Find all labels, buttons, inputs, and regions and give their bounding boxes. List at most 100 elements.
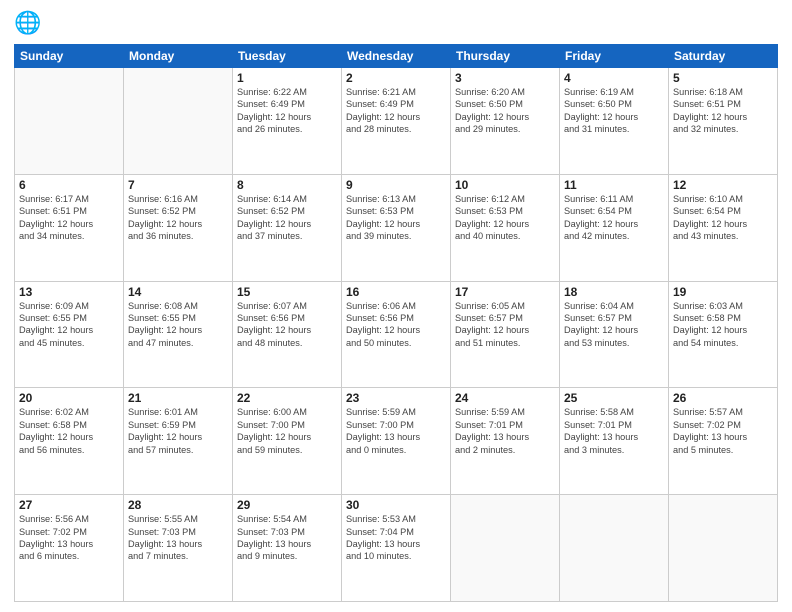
calendar-week-2: 13Sunrise: 6:09 AM Sunset: 6:55 PM Dayli… (15, 281, 778, 388)
day-number: 13 (19, 285, 119, 299)
day-number: 7 (128, 178, 228, 192)
calendar-cell: 7Sunrise: 6:16 AM Sunset: 6:52 PM Daylig… (124, 174, 233, 281)
day-info: Sunrise: 6:07 AM Sunset: 6:56 PM Dayligh… (237, 300, 337, 350)
day-info: Sunrise: 6:19 AM Sunset: 6:50 PM Dayligh… (564, 86, 664, 136)
day-info: Sunrise: 5:57 AM Sunset: 7:02 PM Dayligh… (673, 406, 773, 456)
calendar-week-1: 6Sunrise: 6:17 AM Sunset: 6:51 PM Daylig… (15, 174, 778, 281)
day-number: 25 (564, 391, 664, 405)
calendar-cell: 26Sunrise: 5:57 AM Sunset: 7:02 PM Dayli… (669, 388, 778, 495)
calendar-cell (560, 495, 669, 602)
day-number: 4 (564, 71, 664, 85)
day-number: 27 (19, 498, 119, 512)
calendar-cell: 10Sunrise: 6:12 AM Sunset: 6:53 PM Dayli… (451, 174, 560, 281)
weekday-header-tuesday: Tuesday (233, 45, 342, 68)
calendar-cell (451, 495, 560, 602)
day-number: 20 (19, 391, 119, 405)
day-info: Sunrise: 6:04 AM Sunset: 6:57 PM Dayligh… (564, 300, 664, 350)
weekday-header-sunday: Sunday (15, 45, 124, 68)
calendar-header: SundayMondayTuesdayWednesdayThursdayFrid… (15, 45, 778, 68)
day-number: 2 (346, 71, 446, 85)
weekday-header-friday: Friday (560, 45, 669, 68)
calendar-cell: 12Sunrise: 6:10 AM Sunset: 6:54 PM Dayli… (669, 174, 778, 281)
day-number: 5 (673, 71, 773, 85)
day-number: 1 (237, 71, 337, 85)
calendar-week-0: 1Sunrise: 6:22 AM Sunset: 6:49 PM Daylig… (15, 68, 778, 175)
day-number: 21 (128, 391, 228, 405)
day-info: Sunrise: 6:06 AM Sunset: 6:56 PM Dayligh… (346, 300, 446, 350)
svg-text:🌐: 🌐 (14, 10, 41, 35)
day-info: Sunrise: 6:22 AM Sunset: 6:49 PM Dayligh… (237, 86, 337, 136)
day-info: Sunrise: 5:58 AM Sunset: 7:01 PM Dayligh… (564, 406, 664, 456)
calendar-cell: 2Sunrise: 6:21 AM Sunset: 6:49 PM Daylig… (342, 68, 451, 175)
day-info: Sunrise: 6:05 AM Sunset: 6:57 PM Dayligh… (455, 300, 555, 350)
day-info: Sunrise: 5:56 AM Sunset: 7:02 PM Dayligh… (19, 513, 119, 563)
day-number: 8 (237, 178, 337, 192)
weekday-header-monday: Monday (124, 45, 233, 68)
calendar-cell: 29Sunrise: 5:54 AM Sunset: 7:03 PM Dayli… (233, 495, 342, 602)
day-number: 19 (673, 285, 773, 299)
day-info: Sunrise: 6:18 AM Sunset: 6:51 PM Dayligh… (673, 86, 773, 136)
calendar-cell: 21Sunrise: 6:01 AM Sunset: 6:59 PM Dayli… (124, 388, 233, 495)
calendar-cell: 16Sunrise: 6:06 AM Sunset: 6:56 PM Dayli… (342, 281, 451, 388)
day-number: 3 (455, 71, 555, 85)
day-number: 11 (564, 178, 664, 192)
calendar-cell: 15Sunrise: 6:07 AM Sunset: 6:56 PM Dayli… (233, 281, 342, 388)
day-number: 17 (455, 285, 555, 299)
day-number: 9 (346, 178, 446, 192)
calendar-cell: 17Sunrise: 6:05 AM Sunset: 6:57 PM Dayli… (451, 281, 560, 388)
day-info: Sunrise: 6:21 AM Sunset: 6:49 PM Dayligh… (346, 86, 446, 136)
calendar-cell: 19Sunrise: 6:03 AM Sunset: 6:58 PM Dayli… (669, 281, 778, 388)
day-number: 10 (455, 178, 555, 192)
calendar-cell (15, 68, 124, 175)
day-info: Sunrise: 6:00 AM Sunset: 7:00 PM Dayligh… (237, 406, 337, 456)
day-number: 12 (673, 178, 773, 192)
day-number: 23 (346, 391, 446, 405)
day-info: Sunrise: 5:54 AM Sunset: 7:03 PM Dayligh… (237, 513, 337, 563)
day-info: Sunrise: 6:09 AM Sunset: 6:55 PM Dayligh… (19, 300, 119, 350)
day-number: 26 (673, 391, 773, 405)
logo-icon: 🌐 (14, 10, 42, 38)
day-number: 22 (237, 391, 337, 405)
calendar-week-4: 27Sunrise: 5:56 AM Sunset: 7:02 PM Dayli… (15, 495, 778, 602)
calendar-cell: 8Sunrise: 6:14 AM Sunset: 6:52 PM Daylig… (233, 174, 342, 281)
day-info: Sunrise: 5:59 AM Sunset: 7:00 PM Dayligh… (346, 406, 446, 456)
day-info: Sunrise: 5:53 AM Sunset: 7:04 PM Dayligh… (346, 513, 446, 563)
day-number: 28 (128, 498, 228, 512)
day-number: 14 (128, 285, 228, 299)
calendar-cell: 9Sunrise: 6:13 AM Sunset: 6:53 PM Daylig… (342, 174, 451, 281)
calendar-cell: 22Sunrise: 6:00 AM Sunset: 7:00 PM Dayli… (233, 388, 342, 495)
calendar-body: 1Sunrise: 6:22 AM Sunset: 6:49 PM Daylig… (15, 68, 778, 602)
day-info: Sunrise: 6:12 AM Sunset: 6:53 PM Dayligh… (455, 193, 555, 243)
day-info: Sunrise: 6:14 AM Sunset: 6:52 PM Dayligh… (237, 193, 337, 243)
calendar-week-3: 20Sunrise: 6:02 AM Sunset: 6:58 PM Dayli… (15, 388, 778, 495)
calendar-cell: 23Sunrise: 5:59 AM Sunset: 7:00 PM Dayli… (342, 388, 451, 495)
calendar-cell: 27Sunrise: 5:56 AM Sunset: 7:02 PM Dayli… (15, 495, 124, 602)
day-info: Sunrise: 6:03 AM Sunset: 6:58 PM Dayligh… (673, 300, 773, 350)
calendar-cell (124, 68, 233, 175)
day-info: Sunrise: 6:16 AM Sunset: 6:52 PM Dayligh… (128, 193, 228, 243)
day-info: Sunrise: 6:11 AM Sunset: 6:54 PM Dayligh… (564, 193, 664, 243)
calendar-cell: 1Sunrise: 6:22 AM Sunset: 6:49 PM Daylig… (233, 68, 342, 175)
calendar-cell: 13Sunrise: 6:09 AM Sunset: 6:55 PM Dayli… (15, 281, 124, 388)
day-info: Sunrise: 6:01 AM Sunset: 6:59 PM Dayligh… (128, 406, 228, 456)
day-info: Sunrise: 6:10 AM Sunset: 6:54 PM Dayligh… (673, 193, 773, 243)
day-info: Sunrise: 6:08 AM Sunset: 6:55 PM Dayligh… (128, 300, 228, 350)
weekday-row: SundayMondayTuesdayWednesdayThursdayFrid… (15, 45, 778, 68)
weekday-header-wednesday: Wednesday (342, 45, 451, 68)
weekday-header-saturday: Saturday (669, 45, 778, 68)
day-info: Sunrise: 6:17 AM Sunset: 6:51 PM Dayligh… (19, 193, 119, 243)
calendar-cell: 4Sunrise: 6:19 AM Sunset: 6:50 PM Daylig… (560, 68, 669, 175)
calendar-cell: 14Sunrise: 6:08 AM Sunset: 6:55 PM Dayli… (124, 281, 233, 388)
calendar-table: SundayMondayTuesdayWednesdayThursdayFrid… (14, 44, 778, 602)
calendar-cell: 28Sunrise: 5:55 AM Sunset: 7:03 PM Dayli… (124, 495, 233, 602)
day-info: Sunrise: 6:13 AM Sunset: 6:53 PM Dayligh… (346, 193, 446, 243)
day-info: Sunrise: 6:20 AM Sunset: 6:50 PM Dayligh… (455, 86, 555, 136)
calendar-cell (669, 495, 778, 602)
day-number: 30 (346, 498, 446, 512)
calendar-cell: 24Sunrise: 5:59 AM Sunset: 7:01 PM Dayli… (451, 388, 560, 495)
calendar-cell: 25Sunrise: 5:58 AM Sunset: 7:01 PM Dayli… (560, 388, 669, 495)
day-info: Sunrise: 5:59 AM Sunset: 7:01 PM Dayligh… (455, 406, 555, 456)
day-number: 29 (237, 498, 337, 512)
calendar-cell: 30Sunrise: 5:53 AM Sunset: 7:04 PM Dayli… (342, 495, 451, 602)
day-info: Sunrise: 5:55 AM Sunset: 7:03 PM Dayligh… (128, 513, 228, 563)
